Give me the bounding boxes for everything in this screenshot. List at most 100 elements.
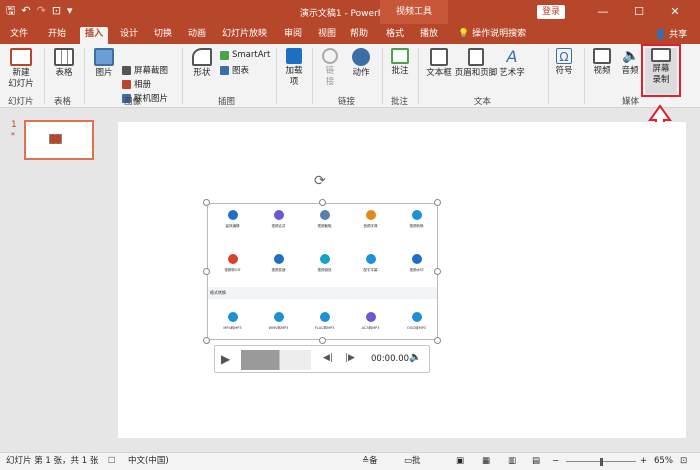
- volume-icon[interactable]: 🔈: [409, 352, 421, 363]
- skip-back-button[interactable]: ◀|: [323, 353, 333, 363]
- tab-home[interactable]: 开始: [48, 27, 66, 41]
- screenshot-button[interactable]: 屏幕截图: [122, 64, 168, 76]
- comment-icon: [391, 48, 409, 64]
- tell-me-search[interactable]: 💡 操作说明搜索: [458, 27, 526, 41]
- symbol-button[interactable]: Ω 符号: [552, 48, 576, 77]
- tab-playback[interactable]: 播放: [420, 27, 438, 41]
- rotate-handle-icon[interactable]: ⟳: [314, 173, 326, 189]
- tab-transitions[interactable]: 切换: [154, 27, 172, 41]
- resize-handle[interactable]: [203, 268, 210, 275]
- slideshow-icon[interactable]: ▤: [532, 453, 540, 470]
- video-object[interactable]: 格式转换 高效编辑 视频合并 视频截取 音频字典 视频转换 视频转GIF 视频变…: [207, 203, 438, 340]
- resize-handle[interactable]: [434, 268, 441, 275]
- group-label-images: 图像: [124, 97, 142, 107]
- resize-handle[interactable]: [203, 199, 210, 206]
- textbox-label: 文本框: [426, 68, 452, 78]
- addins-button[interactable]: 加载 项: [282, 48, 306, 88]
- share-button[interactable]: 👤 共享: [655, 27, 687, 40]
- slide-sorter-icon[interactable]: ▦: [482, 453, 490, 470]
- section-band: [208, 287, 437, 299]
- divider: [44, 48, 45, 104]
- smartart-icon: [220, 50, 229, 60]
- zoom-level[interactable]: 65%: [654, 453, 673, 470]
- tab-help[interactable]: 帮助: [350, 27, 368, 41]
- omega-icon: Ω: [556, 48, 572, 64]
- resize-handle[interactable]: [434, 199, 441, 206]
- skip-forward-button[interactable]: |▶: [345, 353, 355, 363]
- section-label: 格式转换: [210, 290, 226, 295]
- divider: [276, 48, 277, 104]
- resize-handle[interactable]: [319, 199, 326, 206]
- comment-label: 批注: [391, 66, 409, 76]
- header-footer-button[interactable]: 页眉和页脚: [454, 48, 498, 79]
- grid-item-label: 音频字典: [363, 224, 378, 228]
- slide-thumbnail-pane: 1 *: [0, 108, 106, 452]
- accessibility-icon[interactable]: ☐: [108, 453, 116, 470]
- restore-button[interactable]: ☐: [621, 0, 657, 24]
- grid-item: FLAC转MP3: [300, 312, 349, 331]
- login-button[interactable]: 登录: [537, 5, 565, 19]
- tab-file[interactable]: 文件: [10, 27, 28, 41]
- reading-view-icon[interactable]: ▥: [508, 453, 516, 470]
- group-label-table: 表格: [54, 97, 72, 107]
- tab-design[interactable]: 设计: [120, 27, 138, 41]
- grid-item-label: 视频截取: [317, 224, 332, 228]
- chart-button[interactable]: 图表: [220, 64, 249, 76]
- zoom-in-button[interactable]: +: [640, 453, 647, 470]
- notes-button[interactable]: ≙ 备注: [362, 453, 378, 470]
- close-button[interactable]: ✕: [657, 0, 693, 24]
- video-button[interactable]: 视频: [590, 48, 614, 77]
- addins-label: 加载 项: [285, 66, 303, 87]
- shapes-icon: [192, 48, 212, 66]
- play-button[interactable]: ▶: [221, 352, 230, 366]
- slide-number: 1: [11, 120, 17, 130]
- normal-view-icon[interactable]: ▣: [456, 453, 464, 470]
- resize-handle[interactable]: [203, 337, 210, 344]
- resize-handle[interactable]: [434, 337, 441, 344]
- tab-view[interactable]: 视图: [318, 27, 336, 41]
- minimize-button[interactable]: —: [585, 0, 621, 24]
- action-button[interactable]: 动作: [348, 48, 374, 79]
- link-icon: [322, 48, 338, 64]
- resize-handle[interactable]: [319, 337, 326, 344]
- audio-button[interactable]: 🔈 音频: [618, 48, 642, 77]
- textbox-button[interactable]: 文本框: [424, 48, 454, 79]
- language-status[interactable]: 中文(中国): [128, 453, 169, 470]
- group-label-media: 媒体: [622, 97, 640, 107]
- wordart-button[interactable]: A 艺术字: [498, 48, 526, 79]
- grid-item-label: 配字字幕: [363, 268, 378, 272]
- grid-item-label: 视频转换: [409, 224, 424, 228]
- grid-item-icon: [227, 254, 238, 264]
- grid-item-label: 视频水印: [409, 268, 424, 272]
- smartart-button[interactable]: SmartArt: [220, 50, 270, 60]
- tab-animations[interactable]: 动画: [188, 27, 206, 41]
- pictures-button[interactable]: 图片: [92, 48, 116, 79]
- slide-thumbnail[interactable]: [24, 120, 94, 160]
- grid-item-icon: [319, 312, 330, 322]
- comments-button[interactable]: ▭ 批注: [404, 453, 421, 470]
- header-footer-icon: [468, 48, 484, 66]
- table-label: 表格: [55, 68, 73, 78]
- link-button[interactable]: 链 接: [318, 48, 342, 88]
- playback-time: 00:00.00: [371, 354, 410, 364]
- new-slide-button[interactable]: 新建 幻灯片: [6, 48, 36, 90]
- grid-item-icon: [227, 312, 238, 322]
- addins-icon: [286, 48, 302, 64]
- fit-to-window-icon[interactable]: ⊡: [680, 453, 687, 470]
- tab-slideshow[interactable]: 幻灯片放映: [222, 27, 267, 41]
- pictures-label: 图片: [95, 68, 113, 78]
- comment-button[interactable]: 批注: [388, 48, 412, 77]
- grid-item-icon: [365, 312, 376, 322]
- tab-insert[interactable]: 插入: [80, 27, 109, 44]
- table-button[interactable]: 表格: [52, 48, 76, 79]
- album-button[interactable]: 相册: [122, 78, 151, 90]
- shapes-button[interactable]: 形状: [190, 48, 214, 79]
- shapes-label: 形状: [193, 68, 211, 78]
- zoom-out-button[interactable]: −: [552, 453, 559, 470]
- seek-bar[interactable]: [241, 350, 311, 370]
- zoom-thumb[interactable]: [600, 458, 603, 466]
- tab-review[interactable]: 审阅: [284, 27, 302, 41]
- grid-item-label: 视频倒放: [317, 268, 332, 272]
- wordart-icon: A: [506, 47, 518, 66]
- tab-format[interactable]: 格式: [386, 27, 404, 41]
